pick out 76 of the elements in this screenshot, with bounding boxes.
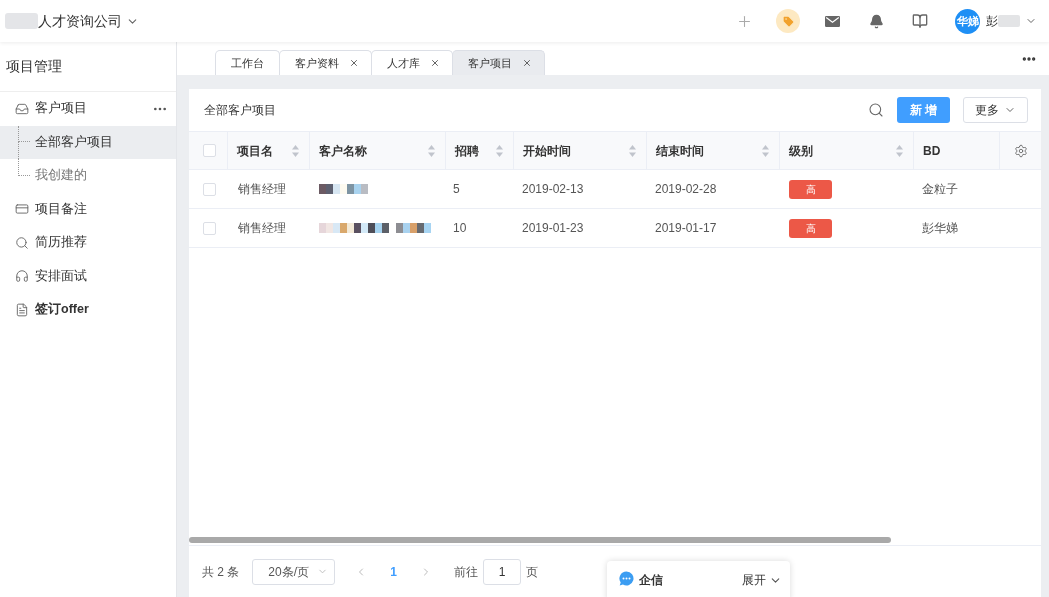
sidebar-subitem[interactable]: 全部客户项目	[0, 125, 176, 159]
card-title: 全部客户项目	[204, 102, 276, 119]
table-cell-text: 销售经理	[238, 181, 286, 198]
user-name[interactable]: 彭	[986, 12, 998, 30]
chat-title: 企信	[639, 572, 663, 589]
table-cell-text: 2019-01-23	[522, 220, 584, 237]
pixelated-name-block	[319, 184, 368, 194]
close-icon[interactable]	[522, 58, 532, 68]
sidebar-item-label: 简历推荐	[35, 234, 87, 252]
headphones-icon	[15, 269, 29, 284]
page-size-select[interactable]: 20条/页	[252, 558, 336, 585]
page-tab[interactable]: 客户项目	[452, 50, 545, 75]
total-count: 共 2 条	[202, 563, 240, 581]
sidebar-item[interactable]: 签订offer	[0, 293, 176, 327]
sidebar-subitem-label: 我创建的	[35, 167, 87, 185]
sort-icon[interactable]	[428, 144, 435, 157]
sidebar-item-label: 签订offer	[35, 301, 89, 319]
mail-icon[interactable]	[824, 15, 840, 27]
table-cell-text: 2019-02-13	[522, 181, 584, 198]
grade-tag: 高	[789, 218, 832, 238]
inbox-icon	[15, 101, 29, 116]
sort-icon[interactable]	[292, 144, 299, 157]
table-cell-text: 销售经理	[238, 220, 286, 237]
sort-icon[interactable]	[496, 144, 503, 157]
sidebar-subitem-label: 全部客户项目	[35, 133, 113, 151]
table-cell-text: 2019-02-28	[655, 181, 717, 198]
checkbox[interactable]	[203, 221, 216, 235]
search-icon[interactable]	[868, 102, 884, 118]
expand-link[interactable]: 展开	[742, 571, 782, 589]
goto-label: 前往	[454, 563, 479, 581]
tag-icon[interactable]	[776, 9, 800, 33]
sidebar-item[interactable]: 项目备注	[0, 192, 176, 226]
column-header[interactable]: 结束时间	[647, 132, 780, 169]
sidebar-item[interactable]: 简历推荐	[0, 226, 176, 260]
sidebar-item[interactable]: 客户项目	[0, 92, 176, 126]
redacted-text-block	[5, 13, 38, 29]
card-icon	[15, 202, 29, 217]
sidebar-item[interactable]: 安排面试	[0, 259, 176, 293]
column-header[interactable]: 招聘	[446, 132, 514, 169]
column-header[interactable]: 项目名	[228, 132, 310, 169]
chat-widget[interactable]: 企信 展开	[607, 561, 790, 597]
column-header[interactable]: 级别	[780, 132, 914, 169]
sort-icon[interactable]	[629, 144, 636, 157]
search-icon	[15, 235, 29, 250]
sort-icon[interactable]	[896, 144, 903, 157]
checkbox[interactable]	[203, 182, 216, 196]
sidebar-item-label: 项目备注	[35, 200, 87, 218]
column-header: BD	[914, 132, 1000, 169]
close-icon[interactable]	[349, 58, 359, 68]
table-cell-text: 2019-01-17	[655, 220, 717, 237]
book-icon[interactable]	[912, 13, 928, 29]
company-name[interactable]: 人才资询公司	[38, 10, 122, 32]
goto-suffix: 页	[526, 563, 539, 581]
more-dropdown-button[interactable]: 更多	[963, 97, 1028, 123]
horizontal-scrollbar[interactable]	[189, 537, 891, 543]
chat-bubble-icon	[619, 571, 634, 586]
table-cell-text: 彭华娣	[922, 220, 958, 237]
redacted-text-block	[998, 15, 1020, 27]
sidebar-item-label: 客户项目	[35, 100, 87, 118]
sidebar-item-label: 安排面试	[35, 267, 87, 285]
page-tab[interactable]: 工作台	[215, 50, 280, 75]
checkbox[interactable]	[203, 144, 216, 157]
close-icon[interactable]	[430, 58, 440, 68]
column-header[interactable]: 开始时间	[514, 132, 647, 169]
grade-tag: 高	[789, 179, 832, 199]
document-icon	[15, 302, 29, 317]
table-cell-text: 10	[453, 220, 467, 237]
column-header[interactable]: 客户名称	[310, 132, 446, 169]
bell-icon[interactable]	[868, 13, 884, 29]
sidebar-title: 项目管理	[6, 57, 62, 76]
table-cell-text: 金粒子	[922, 181, 958, 198]
sidebar-subitem[interactable]: 我创建的	[0, 159, 176, 193]
settings-icon[interactable]	[1013, 143, 1028, 158]
goto-page-input[interactable]: 1	[483, 558, 522, 585]
table-cell-text: 5	[453, 181, 460, 198]
sort-icon[interactable]	[762, 144, 769, 157]
